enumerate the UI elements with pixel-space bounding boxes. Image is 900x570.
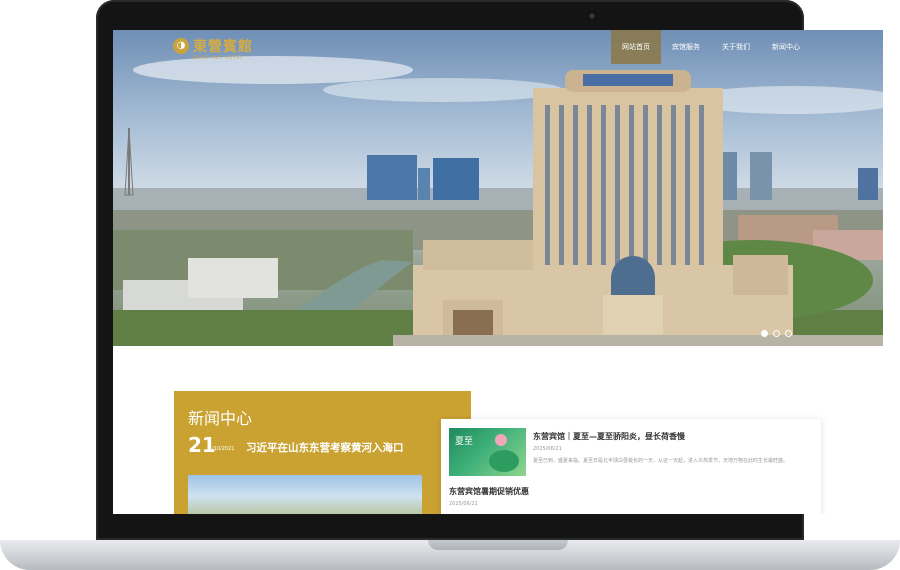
nav-item-about[interactable]: 关于我们 [711,30,761,64]
carousel-dot[interactable] [773,330,780,337]
news-item-desc: 夏至已到，盛夏来临。夏至日是北半球白昼最长的一天，从这一天起，进入炎热季节，天地… [533,458,789,464]
nav-item-news[interactable]: 新闻中心 [761,30,811,64]
news-featured-date: /10/2021 [212,446,235,452]
news-item-title[interactable]: 东营宾馆暑期促销优惠 [449,486,529,497]
main-nav: 网站首页 宾馆服务 关于我们 新闻中心 [611,30,811,64]
logo-icon: ◑ [173,38,189,54]
news-featured-headline[interactable]: 习近平在山东东营考察黄河入海口 [246,440,404,455]
news-item-title[interactable]: 东营宾馆｜夏至—夏至骄阳炎，昼长荷香慢 [533,431,685,442]
laptop-base-notch [428,540,568,550]
camera-icon [589,13,595,19]
lotus-leaf-icon [489,450,519,472]
news-featured-day: 21 [188,433,216,457]
browser-viewport: ◑ 東營賓館 DONGYING HOTEL 网站首页 宾馆服务 关于我们 新闻中… [113,30,883,514]
news-item-date: 2025/06/21 [533,446,562,452]
news-item-date: 2025/06/21 [449,501,478,507]
logo-subtext: DONGYING HOTEL [193,55,244,60]
carousel-pagination [761,330,792,337]
hotel-skyline-illustration [113,56,883,346]
logo-text: 東營賓館 [193,39,253,55]
news-featured-panel: 新闻中心 21 /10/2021 习近平在山东东营考察黄河入海口 [174,391,471,514]
site-logo[interactable]: ◑ 東營賓館 [173,36,253,56]
lotus-icon [495,434,507,446]
news-thumbnail-text: 夏至 [455,437,474,447]
nav-item-home[interactable]: 网站首页 [611,30,661,64]
news-list-card: 夏至 东营宾馆｜夏至—夏至骄阳炎，昼长荷香慢 2025/06/21 夏至已到，盛… [441,419,821,514]
carousel-dot[interactable] [761,330,768,337]
news-thumbnail[interactable]: 夏至 [449,428,526,476]
news-section-title: 新闻中心 [188,409,253,428]
nav-item-services[interactable]: 宾馆服务 [661,30,711,64]
news-featured-image[interactable] [188,475,422,514]
hero-banner: ◑ 東營賓館 DONGYING HOTEL 网站首页 宾馆服务 关于我们 新闻中… [113,30,883,346]
carousel-dot[interactable] [785,330,792,337]
